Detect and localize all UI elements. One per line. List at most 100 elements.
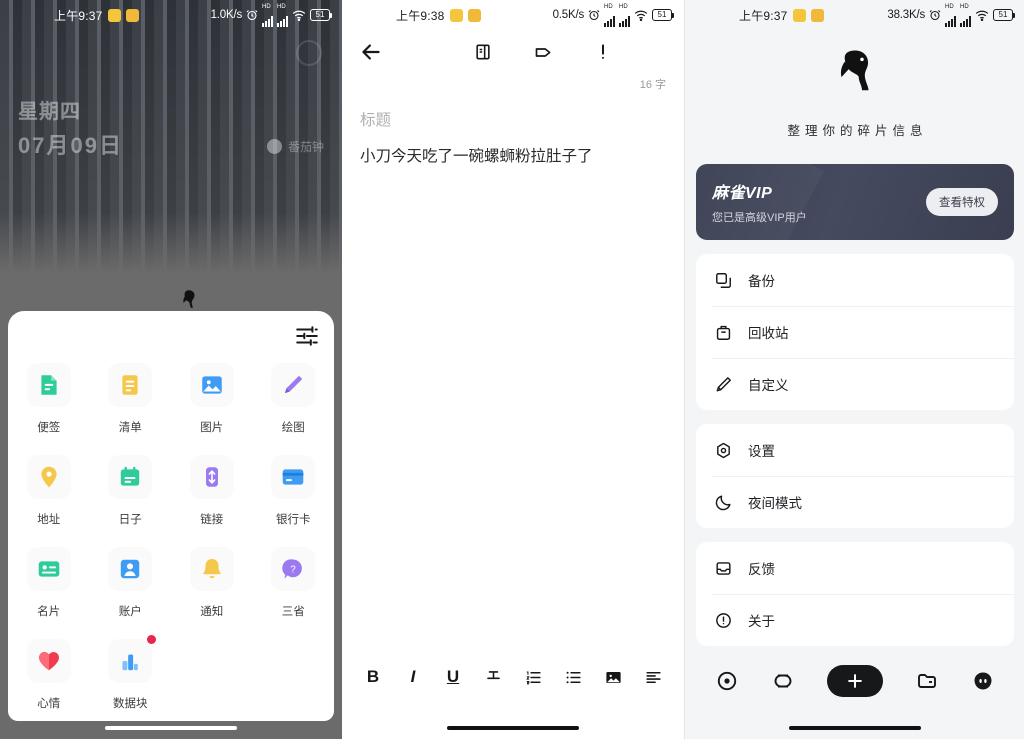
signal-icon-1: HD [604,4,615,27]
exclamation-icon[interactable] [591,40,615,64]
status-time: 上午9:37 [739,8,788,23]
widget-item-image[interactable]: 图片 [171,355,253,447]
widget-item-datablock[interactable]: 数据块 [90,631,172,723]
bold-icon[interactable]: B [360,664,386,690]
tile [189,547,234,591]
widget-label: 地址 [37,514,61,526]
wifi-icon [634,10,648,21]
menu-item-about[interactable]: 关于 [696,594,1014,646]
pencil-icon [285,375,303,394]
network-speed: 38.3K/s [887,9,925,21]
widget-label: 图片 [200,422,224,434]
widget-item-address[interactable]: 地址 [8,447,90,539]
tab-add-button[interactable] [827,665,883,697]
tile [108,455,153,499]
tile [26,639,71,683]
battery-indicator: 51 [652,9,674,21]
menu-item-label: 夜间模式 [748,496,802,511]
link-icon [205,467,218,487]
widget-item-mood[interactable]: 心情 [8,631,90,723]
widget-label: 心情 [37,698,61,710]
menu-item-recycle-bin[interactable]: 回收站 [696,306,1014,358]
underline-icon[interactable]: U [440,664,466,690]
widget-item-bankcard[interactable]: 银行卡 [253,447,335,539]
widget-grid: 便签 清单 图片 绘图 地址 日子 链接 银行卡 名片 账户 通知 ? 三省 心… [8,355,334,723]
tile [26,363,71,407]
tab-capsule-icon[interactable] [771,669,795,693]
menu-item-feedback[interactable]: 反馈 [696,542,1014,594]
ordered-list-icon[interactable] [520,664,546,690]
vip-title: 麻雀VIP [712,185,773,202]
insert-image-icon[interactable] [600,664,626,690]
wallpaper-date-value: 07月09日 [18,133,123,158]
menu-group-1: 备份 回收站 自定义 [696,254,1014,410]
tile [271,363,316,407]
widget-item-note[interactable]: 便签 [8,355,90,447]
tab-folder-icon[interactable] [915,669,939,693]
widget-item-notify[interactable]: 通知 [171,539,253,631]
widget-item-days[interactable]: 日子 [90,447,172,539]
network-speed: 0.5K/s [552,9,585,21]
note-content-input[interactable]: 小刀今天吃了一碗螺蛳粉拉肚子了 [342,130,684,170]
account-icon [121,559,140,579]
vip-subtitle: 您已是高级VIP用户 [712,212,807,224]
sheet-settings-icon[interactable] [294,323,320,349]
tile [26,455,71,499]
menu-item-settings[interactable]: 设置 [696,424,1014,476]
sparrow-bird-logo [840,50,869,91]
status-app-icon-1 [107,8,121,22]
widget-item-account[interactable]: 账户 [90,539,172,631]
signal-icon-1: HD [945,4,956,27]
widget-label: 绘图 [281,422,305,434]
status-bar-profile: 上午9:37 38.3K/s HD HD 51 [685,0,1024,30]
align-icon[interactable] [640,664,666,690]
widget-item-reflect[interactable]: ? 三省 [253,539,335,631]
home-indicator[interactable] [105,726,237,730]
tab-face-icon[interactable] [971,669,995,693]
format-toolbar: B I U [342,655,684,699]
tile [189,363,234,407]
pencil-icon [712,373,734,395]
widget-item-checklist[interactable]: 清单 [90,355,172,447]
unread-dot-badge [147,635,157,644]
home-indicator[interactable] [789,726,921,730]
home-indicator[interactable] [447,726,579,730]
status-time: 上午9:37 [54,8,103,23]
note-title-input[interactable]: 标题 [342,92,684,130]
tab-target-icon[interactable] [715,669,739,693]
strikethrough-icon[interactable] [480,664,506,690]
widget-item-namecard[interactable]: 名片 [8,539,90,631]
pomodoro-widget[interactable]: 番茄钟 [266,138,324,155]
vip-text-block: 麻雀VIP 您已是高级VIP用户 [712,179,807,225]
tile [26,547,71,591]
wifi-icon [292,10,306,21]
signal-icon-1: HD [262,4,273,27]
network-speed: 1.0K/s [210,9,243,21]
wallpaper-moon-icon [296,40,322,66]
status-time: 上午9:38 [396,8,445,23]
status-left: 上午9:37 [54,7,139,24]
question-bubble-icon: ? [282,559,303,579]
word-count: 16 字 [639,79,666,91]
contact-card-icon [38,561,60,577]
info-icon [712,609,734,631]
sparrow-bird-peek-icon [183,290,195,308]
gear-icon [712,439,734,461]
widget-sheet: 便签 清单 图片 绘图 地址 日子 链接 银行卡 名片 账户 通知 ? 三省 心… [8,311,334,721]
view-privileges-button[interactable]: 查看特权 [926,188,998,216]
menu-item-backup[interactable]: 备份 [696,254,1014,306]
menu-item-label: 自定义 [748,378,789,393]
widget-item-draw[interactable]: 绘图 [253,355,335,447]
italic-icon[interactable]: I [400,664,426,690]
book-icon[interactable] [471,40,495,64]
menu-item-customize[interactable]: 自定义 [696,358,1014,410]
signal-icon-2: HD [960,4,971,27]
widget-item-link[interactable]: 链接 [171,447,253,539]
vip-card[interactable]: 麻雀VIP 您已是高级VIP用户 查看特权 [696,164,1014,240]
menu-item-night-mode[interactable]: 夜间模式 [696,476,1014,528]
app-tagline: 整理你的碎片信息 [787,124,928,138]
tag-icon[interactable] [531,40,555,64]
moon-icon [712,491,734,513]
status-right: 0.5K/s HD HD 51 [552,4,674,27]
bullet-list-icon[interactable] [560,664,586,690]
